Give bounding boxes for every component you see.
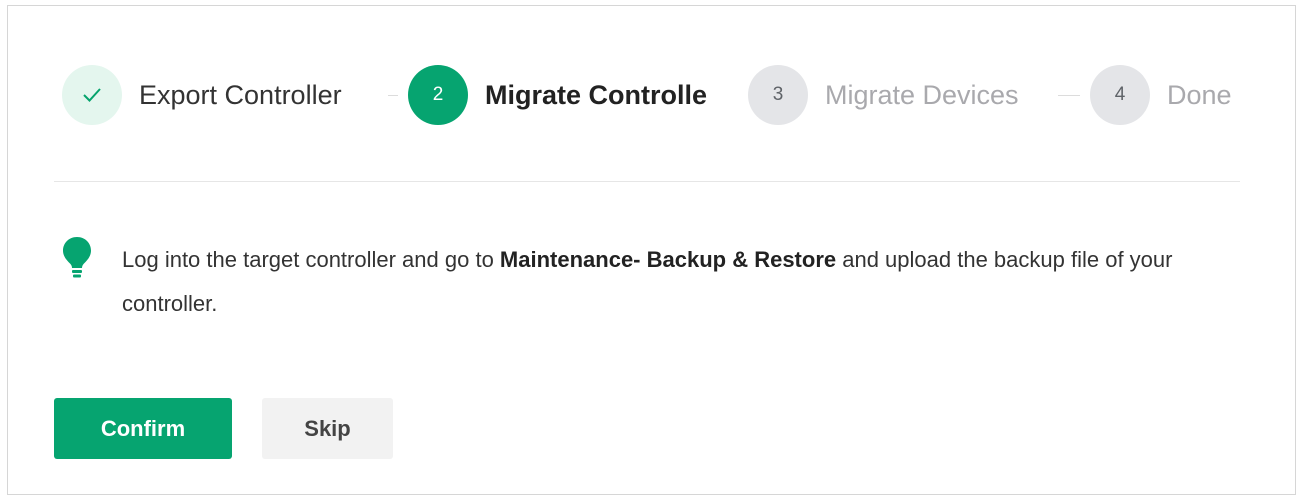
step-3-indicator: 3 <box>748 65 808 125</box>
step-migrate-devices: 3 Migrate Devices <box>748 64 1019 126</box>
step-1-label: Export Controller <box>139 79 342 110</box>
step-done: 4 Done <box>1090 64 1232 126</box>
instruction-menu-path: Maintenance- Backup & Restore <box>499 247 837 272</box>
step-4-label: Done <box>1167 79 1232 110</box>
step-connector <box>1058 95 1080 96</box>
check-icon <box>83 88 101 102</box>
section-divider <box>54 181 1240 182</box>
migration-stepper: Export Controller 2 Migrate Controlle 3 … <box>62 64 1242 126</box>
step-4-indicator: 4 <box>1090 65 1150 125</box>
instruction-text-start: Log into the target controller and go to <box>122 247 500 272</box>
step-export-controller: Export Controller <box>62 64 342 126</box>
skip-button[interactable]: Skip <box>262 398 393 459</box>
instruction-text: Log into the target controller and go to… <box>122 238 1222 326</box>
step-2-indicator: 2 <box>408 65 468 125</box>
step-1-indicator <box>62 65 122 125</box>
step-connector <box>388 95 398 96</box>
step-migrate-controller: 2 Migrate Controlle <box>408 64 707 126</box>
confirm-button[interactable]: Confirm <box>54 398 232 459</box>
step-3-label: Migrate Devices <box>825 79 1019 110</box>
lightbulb-icon <box>63 237 91 278</box>
step-2-label: Migrate Controlle <box>485 79 708 110</box>
